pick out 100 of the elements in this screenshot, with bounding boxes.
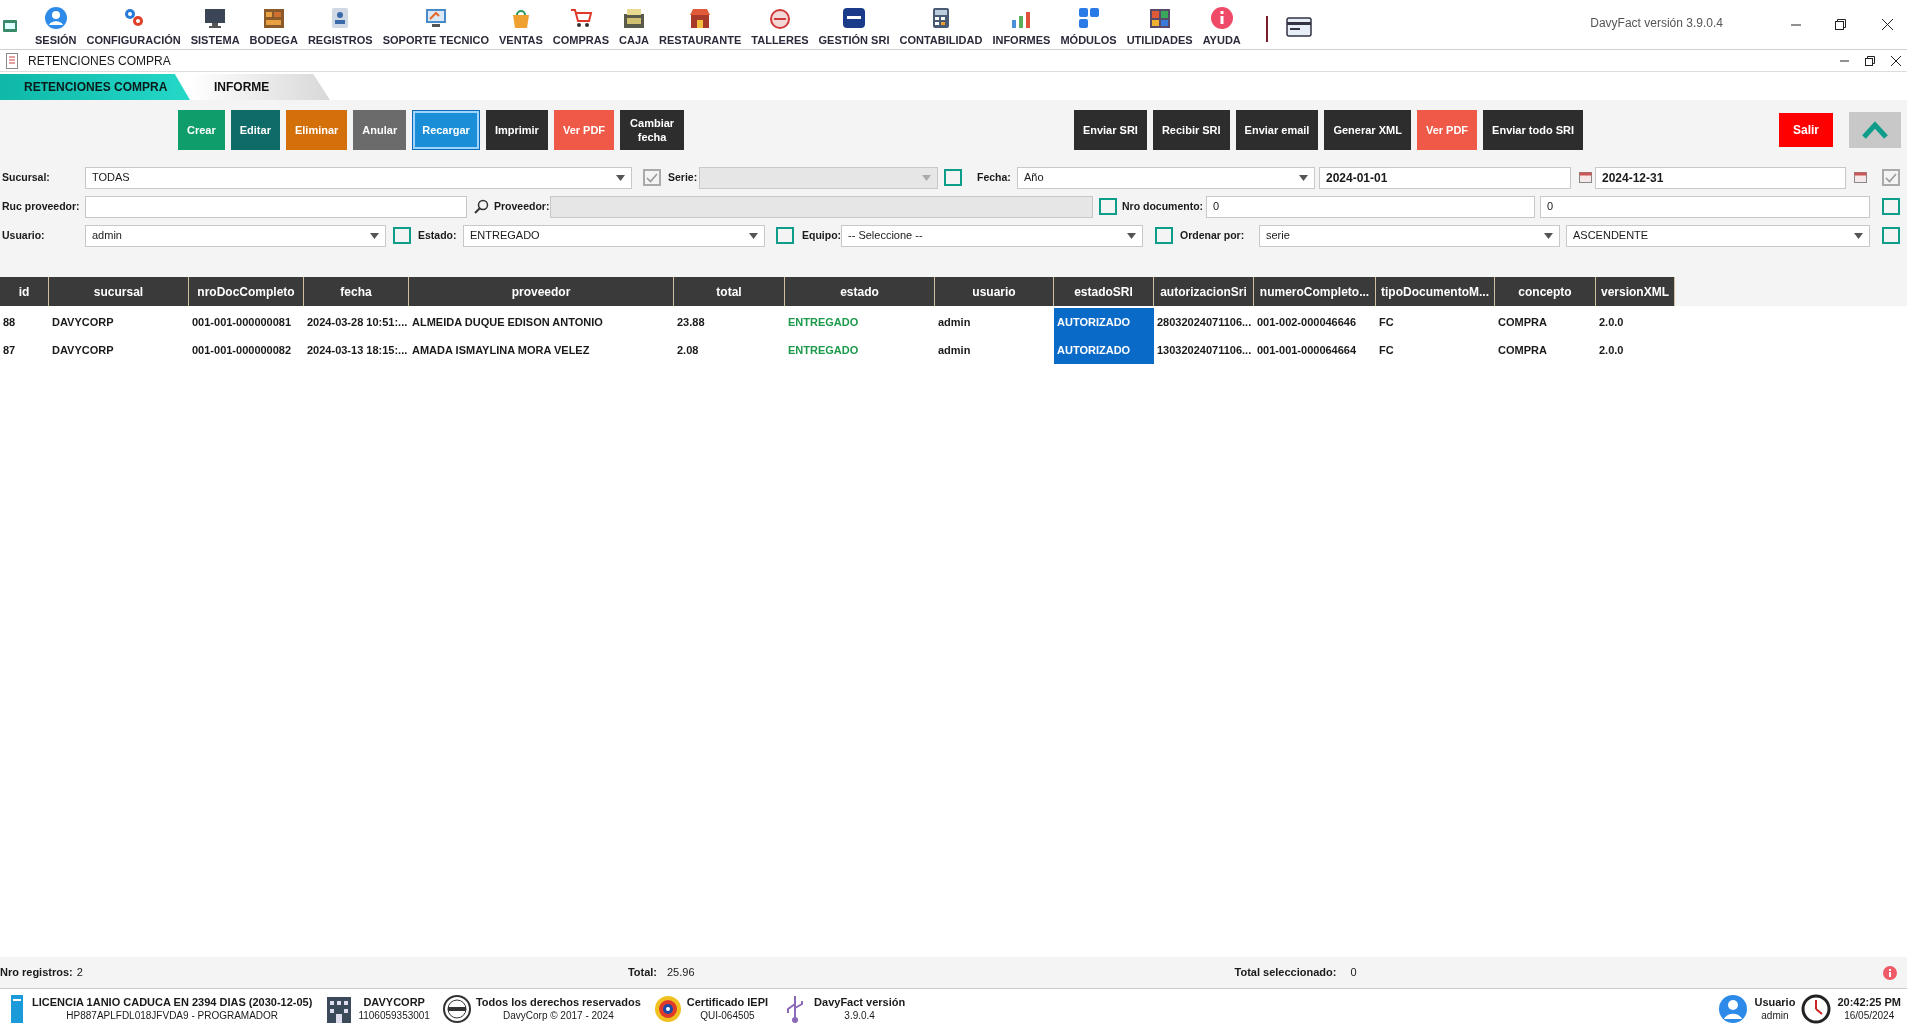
table-cell-text: FC (1378, 314, 1395, 330)
info-icon[interactable] (1883, 965, 1897, 980)
menu-item[interactable]: AYUDA (1197, 5, 1246, 48)
column-header[interactable]: numeroCompleto... (1254, 277, 1376, 306)
column-header[interactable]: fecha (304, 277, 409, 306)
scroll-up-button[interactable] (1849, 112, 1901, 148)
column-header[interactable]: nroDocCompleto (189, 277, 304, 306)
dropdown[interactable]: serie (1259, 224, 1560, 247)
menu-item[interactable]: VENTAS (494, 5, 548, 48)
field-label: Nro documento: (1122, 198, 1204, 214)
input-field[interactable]: 0 (1540, 195, 1870, 218)
column-header[interactable]: estadoSRI (1054, 277, 1154, 306)
caret-icon (749, 232, 758, 239)
dropdown[interactable]: Año (1017, 166, 1315, 189)
change-date-button[interactable]: Cambiar fecha (620, 110, 685, 150)
checkbox[interactable] (1155, 227, 1173, 244)
status-detail: HP887APLFDL018JFVDA9 - PROGRAMADOR (66, 1009, 279, 1022)
person-icon (43, 5, 68, 30)
card-icon[interactable] (1285, 16, 1312, 38)
column-header[interactable]: versionXML (1596, 277, 1675, 306)
field-label: Serie: (668, 169, 698, 185)
menu-item[interactable]: INFORMES (987, 5, 1056, 48)
sri-action-button[interactable]: Enviar todo SRI (1483, 110, 1583, 150)
column-header[interactable]: tipoDocumentoM... (1376, 277, 1495, 306)
records-count: 2 (76, 965, 83, 981)
sri-action-button[interactable]: Enviar SRI (1073, 110, 1147, 150)
menu-item[interactable]: TALLERES (746, 5, 814, 48)
caret-icon (1127, 232, 1136, 239)
clock-icon (1801, 994, 1832, 1024)
dropdown[interactable]: ASCENDENTE (1566, 224, 1870, 247)
column-header[interactable]: proveedor (409, 277, 674, 306)
field-label: Ruc proveedor: (2, 198, 80, 214)
exit-button[interactable]: Salir (1779, 113, 1833, 147)
menu-item[interactable]: SISTEMA (185, 5, 245, 48)
column-header[interactable]: usuario (935, 277, 1054, 306)
app-title: DavyFact versión 3.9.0.4 (1590, 15, 1723, 32)
void-button[interactable]: Anular (353, 110, 407, 150)
checkbox[interactable] (944, 169, 962, 186)
status-detail: 1106059353001 (358, 1009, 430, 1022)
checkbox[interactable] (776, 227, 794, 244)
restore-icon[interactable] (1865, 55, 1875, 66)
status-title: Usuario (1754, 996, 1796, 1009)
menu-item[interactable]: CAJA (614, 5, 654, 48)
column-header[interactable]: estado (785, 277, 935, 306)
info-icon (1209, 5, 1234, 30)
checkbox[interactable] (1882, 198, 1900, 215)
menu-item[interactable]: REGISTROS (302, 5, 378, 48)
menu-item[interactable]: RESTAURANTE (654, 5, 747, 48)
search-icon[interactable] (474, 199, 489, 214)
menu-item[interactable]: MÓDULOS (1055, 5, 1122, 48)
table-cell-text: 001-002-000046646 (1256, 314, 1358, 330)
dropdown[interactable]: TODAS (85, 166, 632, 189)
date-field[interactable]: 2024-12-31 (1595, 166, 1846, 189)
checkbox[interactable] (393, 227, 411, 244)
input-field[interactable] (85, 195, 467, 218)
checkbox[interactable] (1882, 227, 1900, 244)
close-icon[interactable] (1891, 55, 1901, 66)
menu-item[interactable]: CONFIGURACIÓN (81, 5, 186, 48)
menu-item[interactable]: GESTIÓN SRI (813, 5, 895, 48)
status-detail: QUI-064505 (700, 1009, 755, 1022)
edit-button[interactable]: Editar (230, 110, 280, 150)
table-cell-text: DAVYCORP (51, 314, 115, 330)
status-cell: AUTORIZADO (1054, 308, 1154, 336)
total-value: 25.96 (667, 965, 695, 981)
dropdown[interactable]: admin (85, 224, 386, 247)
table-cell-text: admin (937, 342, 972, 358)
dropdown[interactable]: ENTREGADO (463, 224, 765, 247)
menu-item[interactable]: SESIÓN (30, 5, 82, 48)
calendar-icon[interactable] (1579, 172, 1592, 183)
menu-item[interactable]: CONTABILIDAD (894, 5, 988, 48)
menu-item[interactable]: UTILIDADES (1121, 5, 1198, 48)
checkbox[interactable] (1099, 198, 1117, 215)
input-field[interactable]: 0 (1206, 195, 1535, 218)
menu-item[interactable]: SOPORTE TECNICO (377, 5, 494, 48)
table-cell-text: 2.0.0 (1598, 342, 1625, 358)
dropdown[interactable]: -- Seleccione -- (841, 224, 1143, 247)
column-header[interactable]: id (0, 277, 49, 306)
field-label: Fecha: (977, 169, 1011, 185)
column-header[interactable]: concepto (1495, 277, 1596, 306)
sri-action-button[interactable]: Enviar email (1235, 110, 1319, 150)
reload-button[interactable]: Recargar (412, 110, 480, 150)
menu-item[interactable]: COMPRAS (547, 5, 615, 48)
sri-action-button[interactable]: Recibir SRI (1152, 110, 1230, 150)
grid-blocks-icon (1076, 5, 1101, 30)
status-detail: 3.9.0.4 (844, 1009, 875, 1022)
column-header[interactable]: sucursal (49, 277, 189, 306)
close-icon[interactable] (1882, 19, 1893, 30)
date-field[interactable]: 2024-01-01 (1319, 166, 1571, 189)
tab[interactable]: RETENCIONES COMPRA (0, 74, 190, 100)
status-cell-text: ENTREGADO (787, 342, 860, 358)
sri-action-button[interactable]: Generar XML (1324, 110, 1411, 150)
column-header[interactable]: autorizacionSri (1154, 277, 1254, 306)
app-icon[interactable] (2, 18, 18, 34)
menu-item[interactable]: BODEGA (244, 5, 303, 48)
print-button[interactable]: Imprimir (485, 110, 548, 150)
caret-icon (1299, 174, 1308, 181)
restore-icon[interactable] (1835, 19, 1846, 30)
column-header[interactable]: total (674, 277, 785, 306)
calendar-icon[interactable] (1854, 172, 1867, 183)
status-detail: admin (1761, 1009, 1789, 1022)
